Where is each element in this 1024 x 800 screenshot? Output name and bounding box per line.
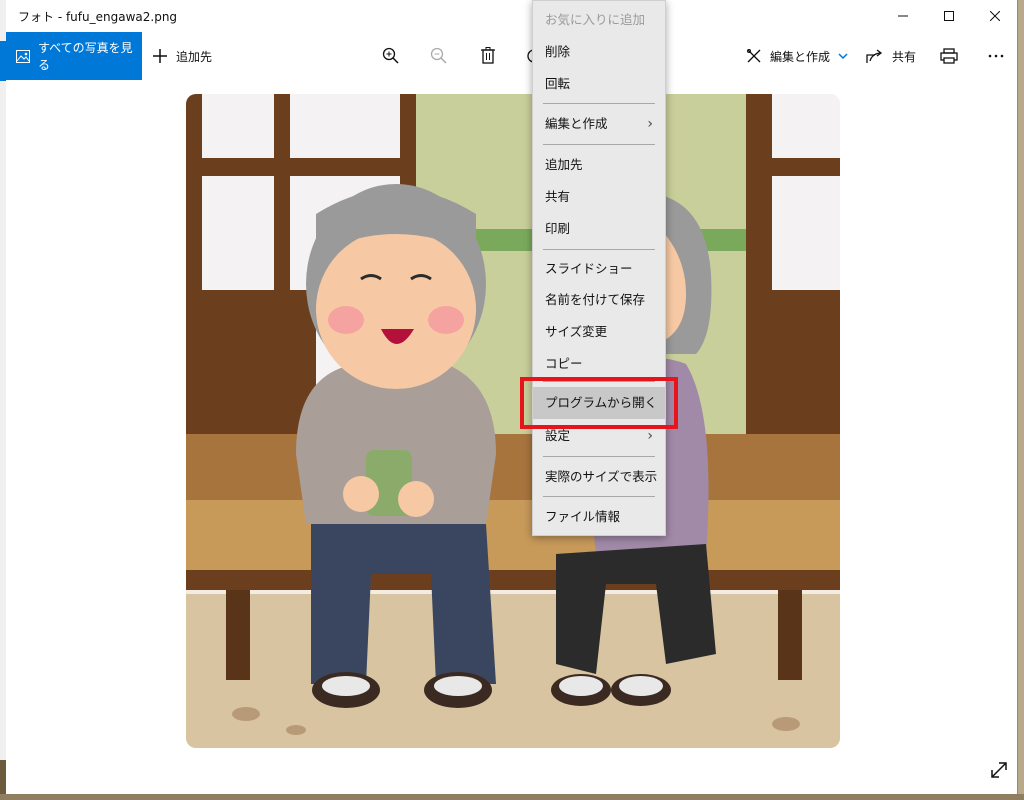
- highlight-annotation-box: [520, 377, 678, 429]
- desktop-background-strip: [0, 794, 1024, 800]
- edit-icon: [746, 48, 762, 64]
- menu-item-save-as[interactable]: 名前を付けて保存: [533, 284, 665, 316]
- plus-icon: [152, 48, 168, 64]
- photos-app-window: フォト - fufu_engawa2.png すべての写真を見る 追加先 編集と…: [6, 0, 1018, 794]
- menu-item-file-info[interactable]: ファイル情報: [533, 501, 665, 533]
- see-all-photos-label: すべての写真を見る: [38, 41, 133, 72]
- menu-item-add-to-favorites[interactable]: お気に入りに追加: [533, 4, 665, 36]
- menu-item-edit-create[interactable]: 編集と作成 ›: [533, 108, 665, 140]
- photo-canvas: [6, 80, 1017, 794]
- fullscreen-button[interactable]: [989, 760, 1009, 784]
- share-icon: [866, 48, 884, 64]
- close-icon: [990, 11, 1000, 21]
- context-menu: お気に入りに追加 削除 回転 編集と作成 › 追加先 共有 印刷 スライドショー …: [532, 0, 666, 536]
- maximize-button[interactable]: [926, 0, 972, 32]
- close-button[interactable]: [972, 0, 1017, 32]
- zoom-in-button[interactable]: [382, 32, 400, 80]
- menu-item-resize[interactable]: サイズ変更: [533, 316, 665, 348]
- add-to-button[interactable]: 追加先: [152, 32, 212, 80]
- share-label: 共有: [892, 49, 917, 64]
- maximize-icon: [944, 11, 954, 21]
- more-icon: [988, 54, 1004, 58]
- print-icon: [940, 48, 958, 64]
- see-all-photos-button[interactable]: すべての写真を見る: [6, 32, 142, 80]
- minimize-icon: [898, 15, 908, 17]
- menu-item-rotate[interactable]: 回転: [533, 68, 665, 100]
- share-button[interactable]: 共有: [866, 32, 916, 80]
- minimize-button[interactable]: [880, 0, 926, 32]
- delete-icon: [480, 47, 496, 65]
- chevron-right-icon: ›: [647, 116, 653, 132]
- zoom-in-icon: [382, 47, 400, 65]
- chevron-down-icon: [838, 53, 848, 59]
- window-title: フォト - fufu_engawa2.png: [18, 10, 178, 24]
- menu-item-actual-size[interactable]: 実際のサイズで表示: [533, 461, 665, 493]
- delete-button[interactable]: [480, 32, 496, 80]
- menu-item-print[interactable]: 印刷: [533, 213, 665, 245]
- menu-separator: [543, 144, 655, 145]
- menu-separator: [543, 496, 655, 497]
- photos-icon: [16, 49, 30, 63]
- more-options-button[interactable]: [988, 32, 1004, 80]
- menu-separator: [543, 456, 655, 457]
- menu-item-share[interactable]: 共有: [533, 181, 665, 213]
- title-bar: フォト - fufu_engawa2.png: [6, 0, 1017, 32]
- menu-separator: [543, 103, 655, 104]
- print-button[interactable]: [940, 32, 958, 80]
- edit-create-label: 編集と作成: [770, 49, 831, 64]
- zoom-out-icon: [430, 47, 448, 65]
- menu-item-delete[interactable]: 削除: [533, 36, 665, 68]
- menu-item-copy[interactable]: コピー: [533, 348, 665, 380]
- add-to-label: 追加先: [176, 49, 213, 64]
- toolbar: すべての写真を見る 追加先 編集と作成 共有: [6, 32, 1017, 80]
- menu-separator: [543, 249, 655, 250]
- menu-item-add-to[interactable]: 追加先: [533, 149, 665, 181]
- edit-create-button[interactable]: 編集と作成: [746, 32, 848, 80]
- expand-icon: [991, 762, 1007, 778]
- menu-item-slideshow[interactable]: スライドショー: [533, 253, 665, 285]
- photo-image: [186, 94, 840, 748]
- zoom-out-button[interactable]: [430, 32, 448, 80]
